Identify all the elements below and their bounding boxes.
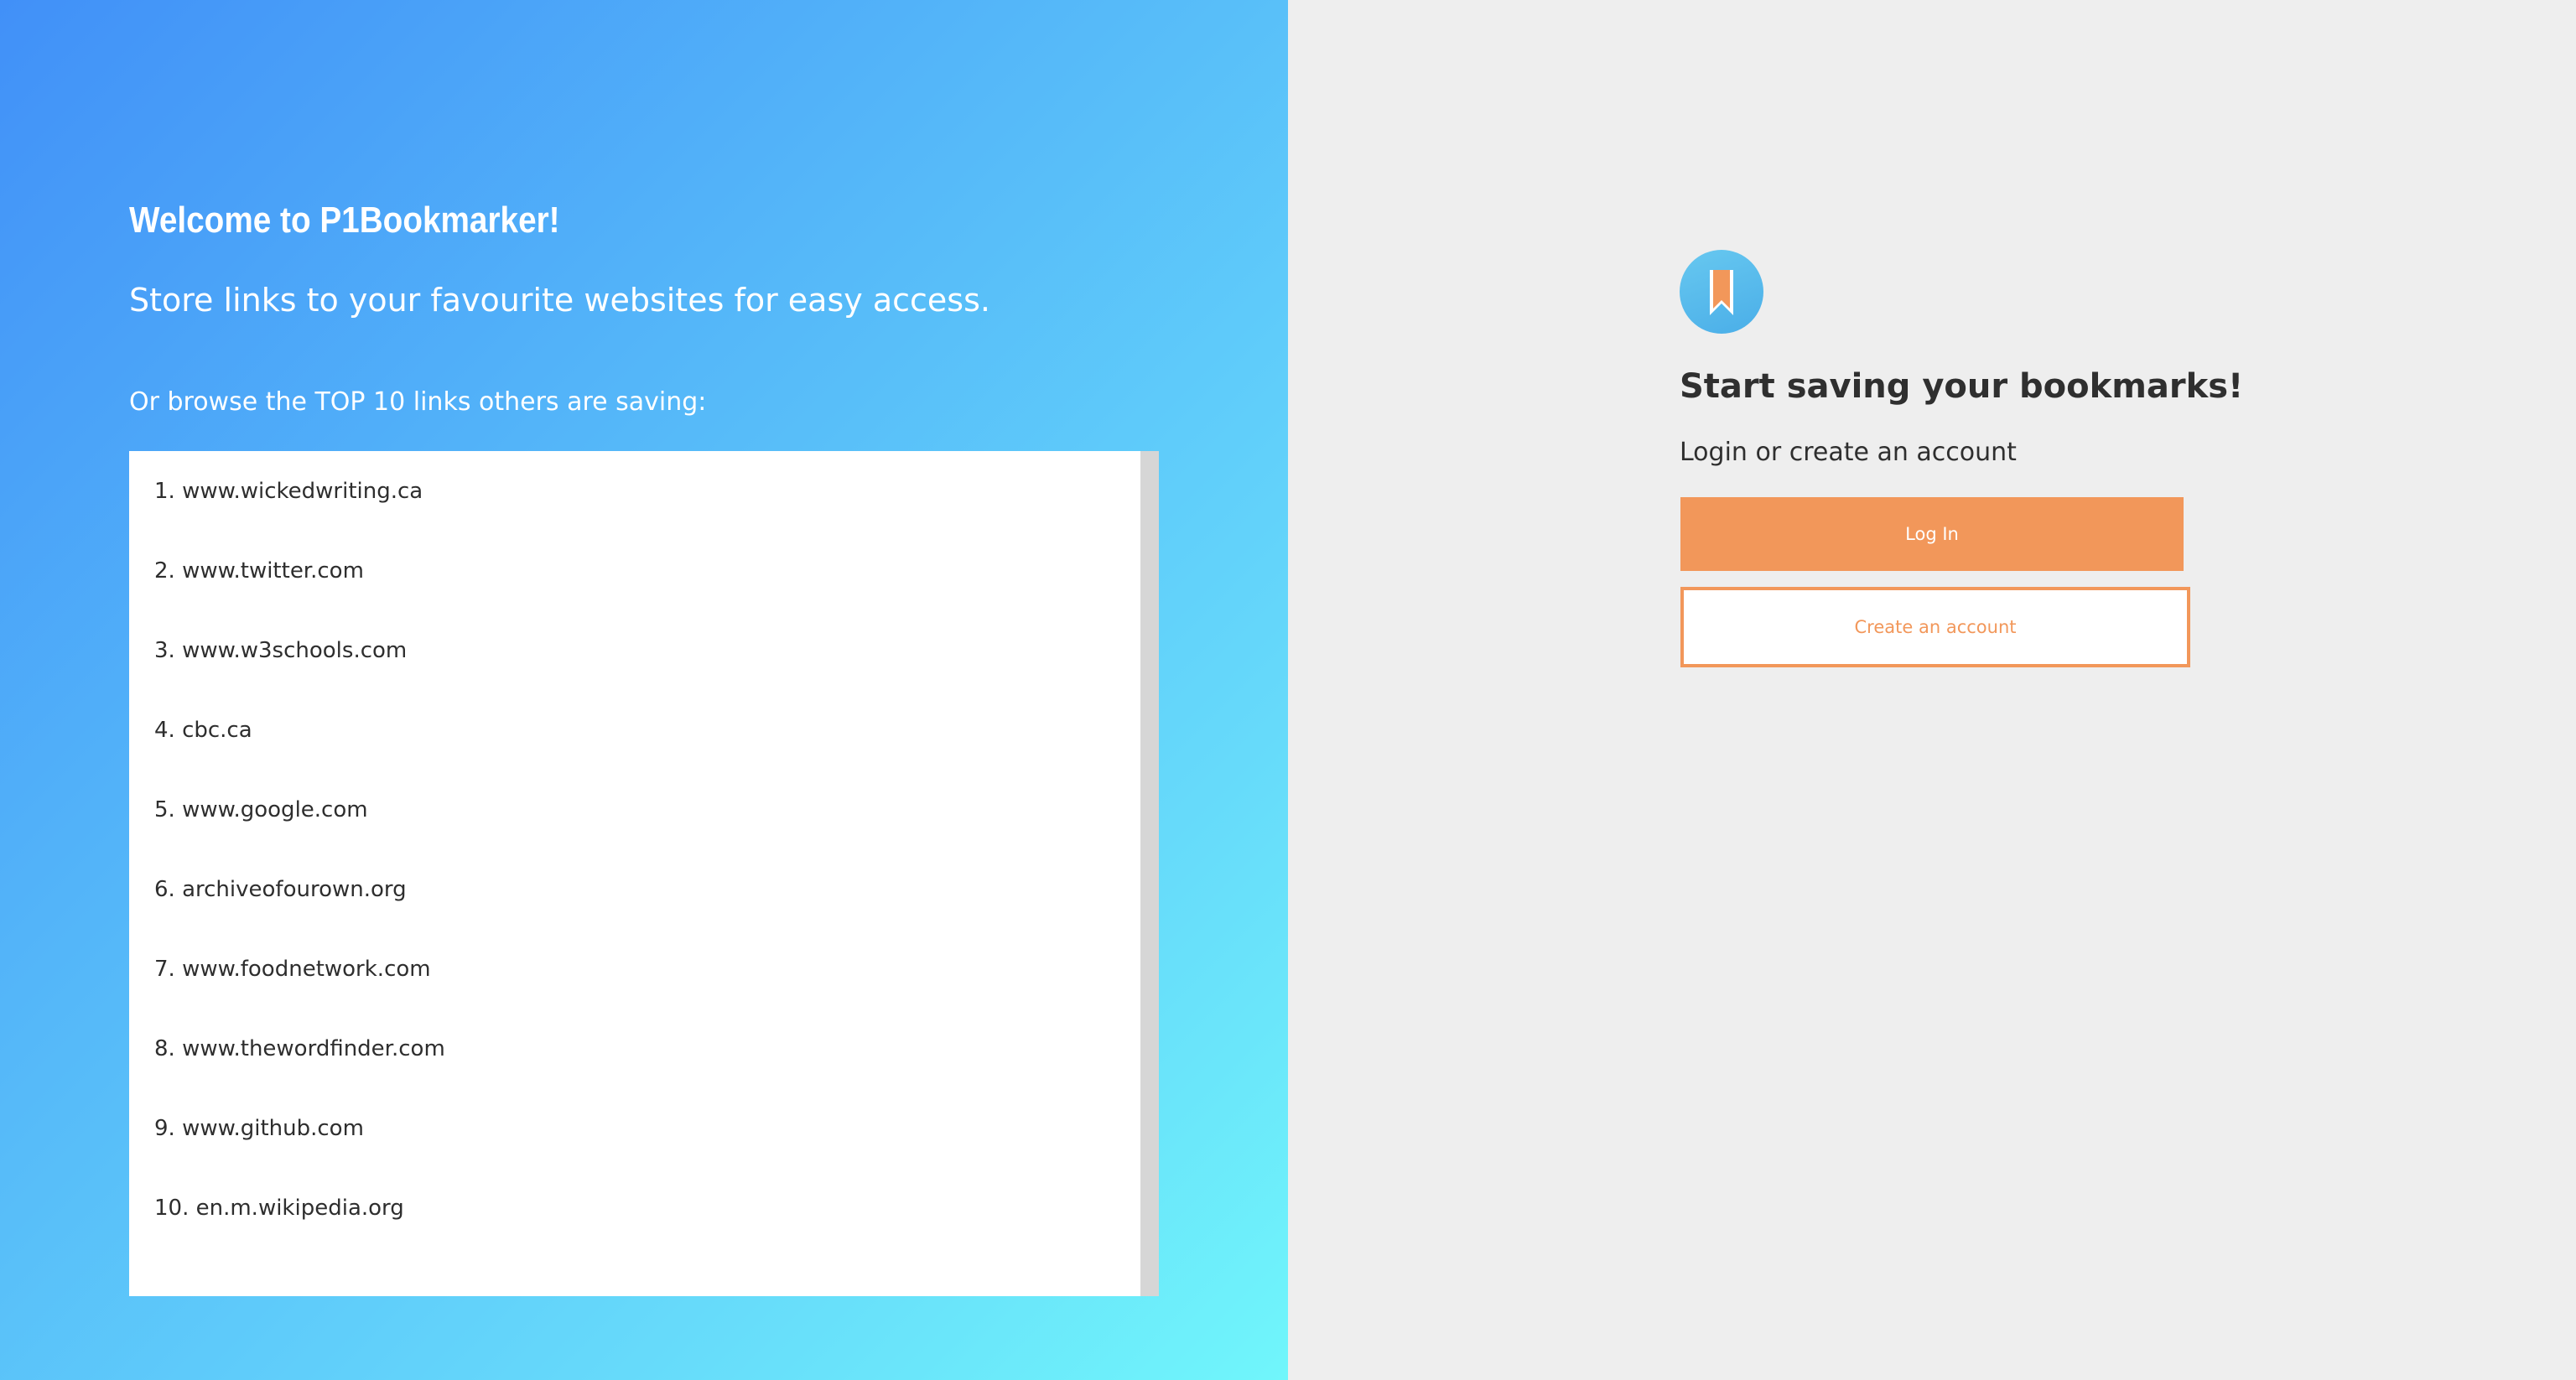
top-links-label: Or browse the TOP 10 links others are sa… [129,387,707,417]
top-link-item[interactable]: 8. www.thewordfinder.com [129,1036,1159,1116]
top-link-item[interactable]: 1. www.wickedwriting.ca [129,479,1159,558]
top-links-list: 1. www.wickedwriting.ca 2. www.twitter.c… [129,451,1159,1296]
login-button[interactable]: Log In [1680,497,2184,571]
top-link-item[interactable]: 9. www.github.com [129,1116,1159,1196]
auth-heading: Start saving your bookmarks! [1680,367,2244,406]
welcome-panel: Welcome to P1Bookmarker! Store links to … [0,0,1288,1380]
top-link-item[interactable]: 2. www.twitter.com [129,558,1159,638]
top-link-item[interactable]: 6. archiveofourown.org [129,877,1159,957]
list-scrollbar[interactable] [1140,451,1159,1296]
top-link-item[interactable]: 7. www.foodnetwork.com [129,957,1159,1036]
welcome-subtitle: Store links to your favourite websites f… [129,282,990,319]
auth-prompt: Login or create an account [1680,438,2017,467]
top-link-item[interactable]: 10. en.m.wikipedia.org [129,1196,1159,1275]
auth-panel [1288,0,2576,1380]
create-account-button[interactable]: Create an account [1680,587,2190,667]
welcome-title: Welcome to P1Bookmarker! [129,200,560,241]
top-link-item[interactable]: 3. www.w3schools.com [129,638,1159,718]
top-link-item[interactable]: 4. cbc.ca [129,718,1159,797]
top-link-item[interactable]: 5. www.google.com [129,797,1159,877]
bookmark-icon [1680,250,1763,334]
